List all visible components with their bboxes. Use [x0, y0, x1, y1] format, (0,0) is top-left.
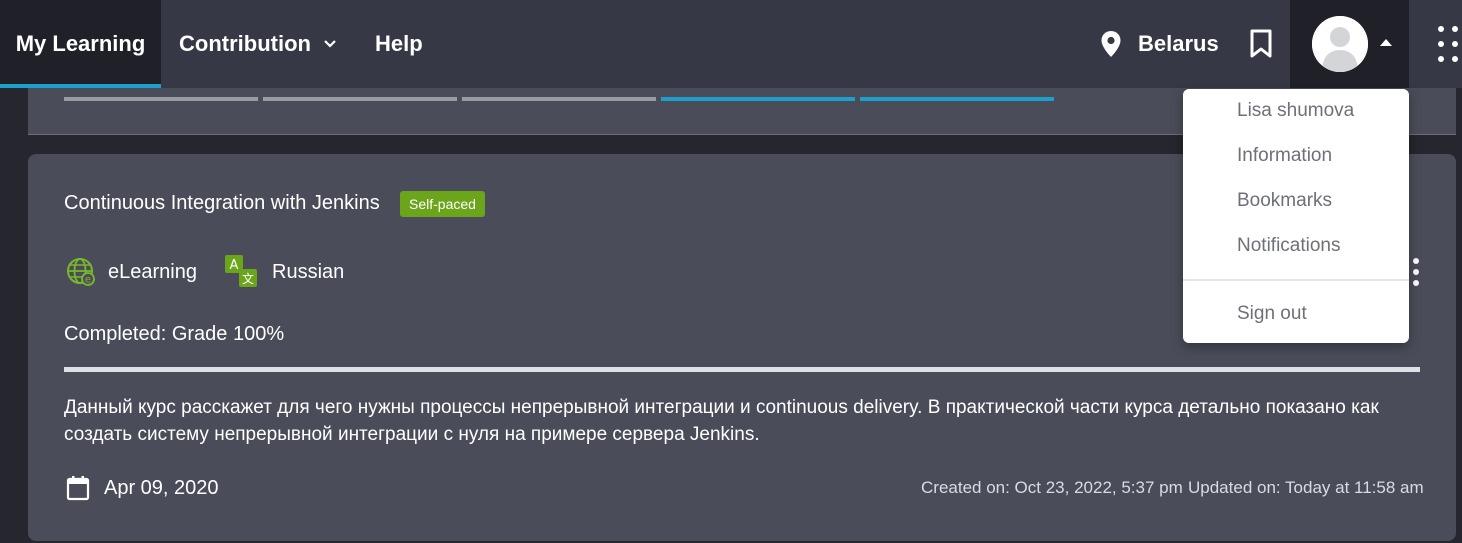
nav-my-learning-label: My Learning: [15, 31, 146, 56]
elearning-globe-icon: e: [67, 258, 95, 286]
progress-segment: [64, 97, 258, 101]
menu-item-bookmarks[interactable]: Bookmarks: [1237, 190, 1332, 212]
location-selector[interactable]: Belarus: [1100, 0, 1219, 88]
profile-dropdown-menu: Lisa shumova Information Bookmarks Notif…: [1183, 89, 1409, 343]
location-label: Belarus: [1138, 31, 1219, 56]
nav-contribution-label: Contribution: [179, 31, 311, 56]
course-language: A 文 Russian: [224, 255, 345, 287]
course-date-label: Apr 09, 2020: [104, 476, 219, 499]
nav-help-label: Help: [375, 31, 423, 56]
bookmarks-button[interactable]: [1248, 0, 1274, 88]
svg-text:e: e: [85, 275, 91, 286]
map-pin-icon: [1101, 31, 1121, 57]
course-format-label: eLearning: [108, 260, 197, 283]
profile-menu-button[interactable]: [1290, 0, 1409, 88]
self-paced-badge: Self-paced: [400, 191, 485, 217]
course-title[interactable]: Continuous Integration with Jenkins: [64, 192, 380, 215]
top-navigation-bar: My Learning Contribution Help Belarus: [0, 0, 1462, 88]
menu-item-sign-out[interactable]: Sign out: [1237, 303, 1307, 325]
menu-item-information[interactable]: Information: [1237, 145, 1332, 167]
card-divider: [64, 367, 1420, 372]
chevron-down-icon: [324, 40, 336, 48]
user-avatar-icon: [1312, 16, 1368, 72]
menu-item-user-name[interactable]: Lisa shumova: [1237, 100, 1354, 122]
created-on-text: Created on: Oct 23, 2022, 5:37 pm: [921, 478, 1183, 497]
progress-segment: [263, 97, 457, 101]
progress-segment: [462, 97, 656, 101]
svg-text:文: 文: [242, 271, 254, 286]
progress-segment: [661, 97, 855, 101]
course-language-label: Russian: [272, 260, 345, 283]
completion-status: Completed: Grade 100%: [64, 323, 285, 345]
bookmark-icon: [1250, 29, 1272, 58]
nav-my-learning[interactable]: My Learning: [0, 0, 161, 88]
menu-divider: [1183, 279, 1409, 281]
course-date: Apr 09, 2020: [66, 475, 219, 501]
updated-on-text: Updated on: Today at 11:58 am: [1188, 478, 1424, 497]
more-options-icon[interactable]: [1412, 258, 1420, 286]
progress-segment: [860, 97, 1054, 101]
calendar-icon: [66, 476, 90, 501]
course-format: e eLearning: [66, 257, 197, 287]
caret-up-icon: [1380, 39, 1392, 46]
nav-contribution-dropdown[interactable]: Contribution: [179, 0, 337, 88]
svg-text:A: A: [230, 258, 239, 273]
apps-grid-icon[interactable]: [1436, 24, 1462, 64]
nav-help[interactable]: Help: [375, 0, 423, 88]
course-description: Данный курс расскажет для чего нужны про…: [64, 397, 1379, 445]
menu-item-notifications[interactable]: Notifications: [1237, 235, 1341, 257]
translate-icon: A 文: [225, 255, 257, 287]
